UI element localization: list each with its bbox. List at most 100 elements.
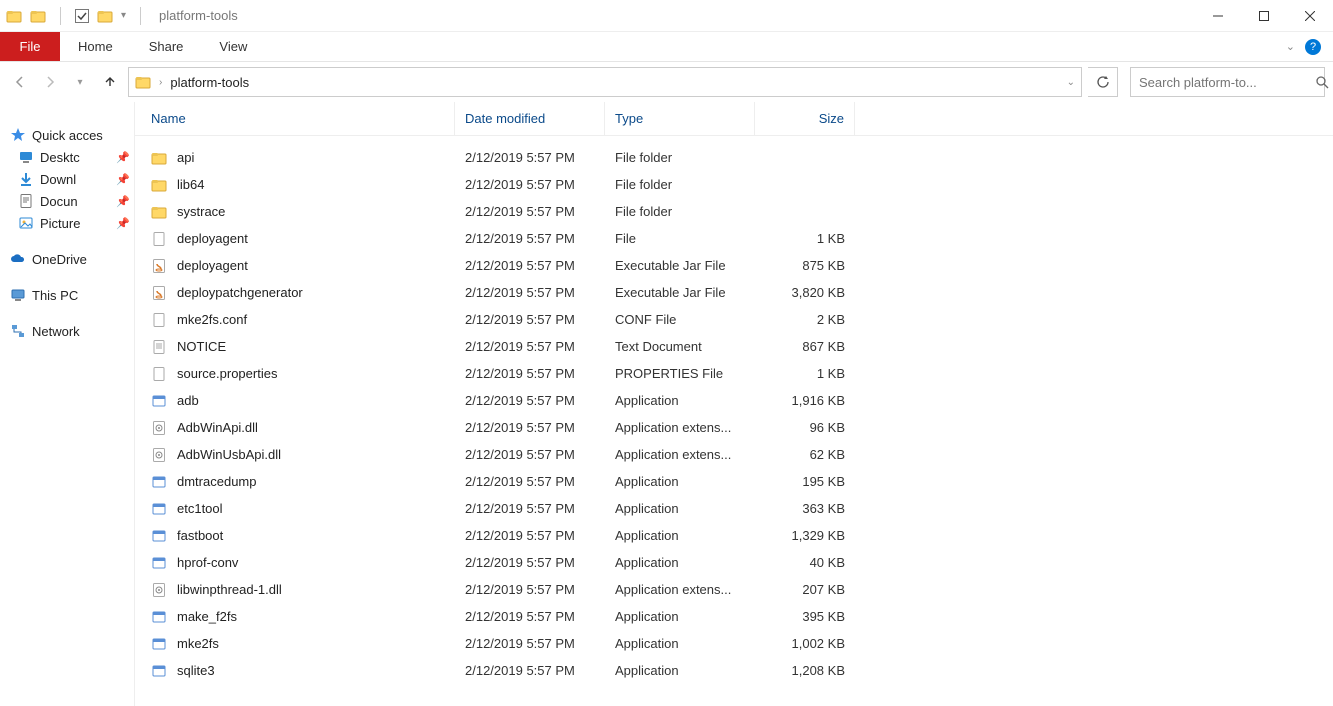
file-row[interactable]: AdbWinApi.dll2/12/2019 5:57 PMApplicatio… bbox=[135, 414, 1333, 441]
file-name: libwinpthread-1.dll bbox=[177, 582, 282, 597]
file-row[interactable]: mke2fs.conf2/12/2019 5:57 PMCONF File2 K… bbox=[135, 306, 1333, 333]
file-name: mke2fs bbox=[177, 636, 219, 651]
dll-icon bbox=[151, 582, 167, 598]
nav-up-button[interactable] bbox=[98, 70, 122, 94]
file-icon bbox=[151, 366, 167, 382]
file-date: 2/12/2019 5:57 PM bbox=[455, 258, 605, 273]
file-name: AdbWinUsbApi.dll bbox=[177, 447, 281, 462]
desktop-icon bbox=[18, 149, 34, 165]
file-row[interactable]: api2/12/2019 5:57 PMFile folder bbox=[135, 144, 1333, 171]
file-date: 2/12/2019 5:57 PM bbox=[455, 555, 605, 570]
file-name: source.properties bbox=[177, 366, 277, 381]
ribbon-expand-icon[interactable]: ⌄ bbox=[1286, 40, 1295, 53]
tab-home[interactable]: Home bbox=[60, 32, 131, 61]
file-size: 1 KB bbox=[755, 231, 855, 246]
file-date: 2/12/2019 5:57 PM bbox=[455, 150, 605, 165]
column-date[interactable]: Date modified bbox=[455, 102, 605, 135]
file-type: Application extens... bbox=[605, 447, 755, 462]
nav-back-button[interactable] bbox=[8, 70, 32, 94]
file-row[interactable]: hprof-conv2/12/2019 5:57 PMApplication40… bbox=[135, 549, 1333, 576]
file-date: 2/12/2019 5:57 PM bbox=[455, 582, 605, 597]
file-row[interactable]: adb2/12/2019 5:57 PMApplication1,916 KB bbox=[135, 387, 1333, 414]
sidebar-this-pc[interactable]: This PC bbox=[0, 284, 134, 306]
titlebar: ▾ platform-tools bbox=[0, 0, 1333, 32]
nav-recent-button[interactable]: ▾ bbox=[68, 70, 92, 94]
file-size: 195 KB bbox=[755, 474, 855, 489]
tab-view[interactable]: View bbox=[201, 32, 265, 61]
pin-icon: 📌 bbox=[116, 195, 130, 208]
checkbox-icon[interactable] bbox=[75, 9, 89, 23]
column-type[interactable]: Type bbox=[605, 102, 755, 135]
breadcrumb[interactable]: platform-tools bbox=[170, 75, 249, 90]
network-icon bbox=[10, 323, 26, 339]
sidebar-pinned-item[interactable]: Downl📌 bbox=[0, 168, 134, 190]
qat-dropdown-icon[interactable]: ▾ bbox=[121, 10, 126, 21]
file-row[interactable]: mke2fs2/12/2019 5:57 PMApplication1,002 … bbox=[135, 630, 1333, 657]
file-date: 2/12/2019 5:57 PM bbox=[455, 609, 605, 624]
sidebar-network[interactable]: Network bbox=[0, 320, 134, 342]
sidebar-pinned-item[interactable]: Docun📌 bbox=[0, 190, 134, 212]
picture-icon bbox=[18, 215, 34, 231]
document-icon bbox=[18, 193, 34, 209]
file-row[interactable]: deployagent2/12/2019 5:57 PMFile1 KB bbox=[135, 225, 1333, 252]
file-type: Application bbox=[605, 474, 755, 489]
file-row[interactable]: libwinpthread-1.dll 2/12/2019 5:57 PMAppl… bbox=[135, 576, 1333, 603]
file-type: Executable Jar File bbox=[605, 285, 755, 300]
tab-share[interactable]: Share bbox=[131, 32, 202, 61]
sidebar-quick-access[interactable]: Quick acces bbox=[0, 124, 134, 146]
file-name: etc1tool bbox=[177, 501, 223, 516]
maximize-button[interactable] bbox=[1241, 0, 1287, 32]
file-row[interactable]: fastboot2/12/2019 5:57 PMApplication1,32… bbox=[135, 522, 1333, 549]
search-icon[interactable] bbox=[1315, 75, 1329, 89]
sidebar-onedrive[interactable]: OneDrive bbox=[0, 248, 134, 270]
file-name: systrace bbox=[177, 204, 225, 219]
separator bbox=[60, 7, 61, 25]
exe-icon bbox=[151, 555, 167, 571]
file-name: fastboot bbox=[177, 528, 223, 543]
file-row[interactable]: make_f2fs2/12/2019 5:57 PMApplication395… bbox=[135, 603, 1333, 630]
file-row[interactable]: dmtracedump2/12/2019 5:57 PMApplication1… bbox=[135, 468, 1333, 495]
file-row[interactable]: AdbWinUsbApi.dll 2/12/2019 5:57 PMApplica… bbox=[135, 441, 1333, 468]
file-tab[interactable]: File bbox=[0, 32, 60, 61]
file-row[interactable]: deploypatchgenerator2/12/2019 5:57 PMExe… bbox=[135, 279, 1333, 306]
ribbon: File Home Share View ⌄ ? bbox=[0, 32, 1333, 62]
file-type: Text Document bbox=[605, 339, 755, 354]
file-name: adb bbox=[177, 393, 199, 408]
download-icon bbox=[18, 171, 34, 187]
file-row[interactable]: NOTICE2/12/2019 5:57 PMText Document867 … bbox=[135, 333, 1333, 360]
folder-icon bbox=[135, 74, 151, 90]
sidebar-pinned-item[interactable]: Desktc📌 bbox=[0, 146, 134, 168]
refresh-button[interactable] bbox=[1088, 67, 1118, 97]
sidebar-pinned-item[interactable]: Picture📌 bbox=[0, 212, 134, 234]
column-size[interactable]: Size bbox=[755, 102, 855, 135]
folder-icon bbox=[97, 8, 113, 24]
minimize-button[interactable] bbox=[1195, 0, 1241, 32]
column-name[interactable]: Name bbox=[135, 102, 455, 135]
file-row[interactable]: source.properties2/12/2019 5:57 PMPROPER… bbox=[135, 360, 1333, 387]
file-size: 62 KB bbox=[755, 447, 855, 462]
file-date: 2/12/2019 5:57 PM bbox=[455, 204, 605, 219]
chevron-right-icon[interactable]: › bbox=[159, 77, 162, 88]
file-name: sqlite3 bbox=[177, 663, 215, 678]
file-row[interactable]: systrace2/12/2019 5:57 PMFile folder bbox=[135, 198, 1333, 225]
file-date: 2/12/2019 5:57 PM bbox=[455, 447, 605, 462]
cloud-icon bbox=[10, 251, 26, 267]
search-input[interactable] bbox=[1139, 75, 1315, 90]
chevron-down-icon[interactable]: ⌄ bbox=[1067, 77, 1075, 88]
file-row[interactable]: etc1tool2/12/2019 5:57 PMApplication363 … bbox=[135, 495, 1333, 522]
file-row[interactable]: deployagent2/12/2019 5:57 PMExecutable J… bbox=[135, 252, 1333, 279]
address-bar[interactable]: › platform-tools ⌄ bbox=[128, 67, 1082, 97]
nav-forward-button[interactable] bbox=[38, 70, 62, 94]
file-size: 1,002 KB bbox=[755, 636, 855, 651]
search-box[interactable] bbox=[1130, 67, 1325, 97]
file-type: Application extens... bbox=[605, 582, 755, 597]
file-name: NOTICE bbox=[177, 339, 226, 354]
file-row[interactable]: lib642/12/2019 5:57 PMFile folder bbox=[135, 171, 1333, 198]
jar-icon bbox=[151, 285, 167, 301]
help-icon[interactable]: ? bbox=[1305, 39, 1321, 55]
file-row[interactable]: sqlite32/12/2019 5:57 PMApplication1,208… bbox=[135, 657, 1333, 684]
pin-icon: 📌 bbox=[116, 151, 130, 164]
close-button[interactable] bbox=[1287, 0, 1333, 32]
file-name: api bbox=[177, 150, 194, 165]
file-type: Application bbox=[605, 609, 755, 624]
